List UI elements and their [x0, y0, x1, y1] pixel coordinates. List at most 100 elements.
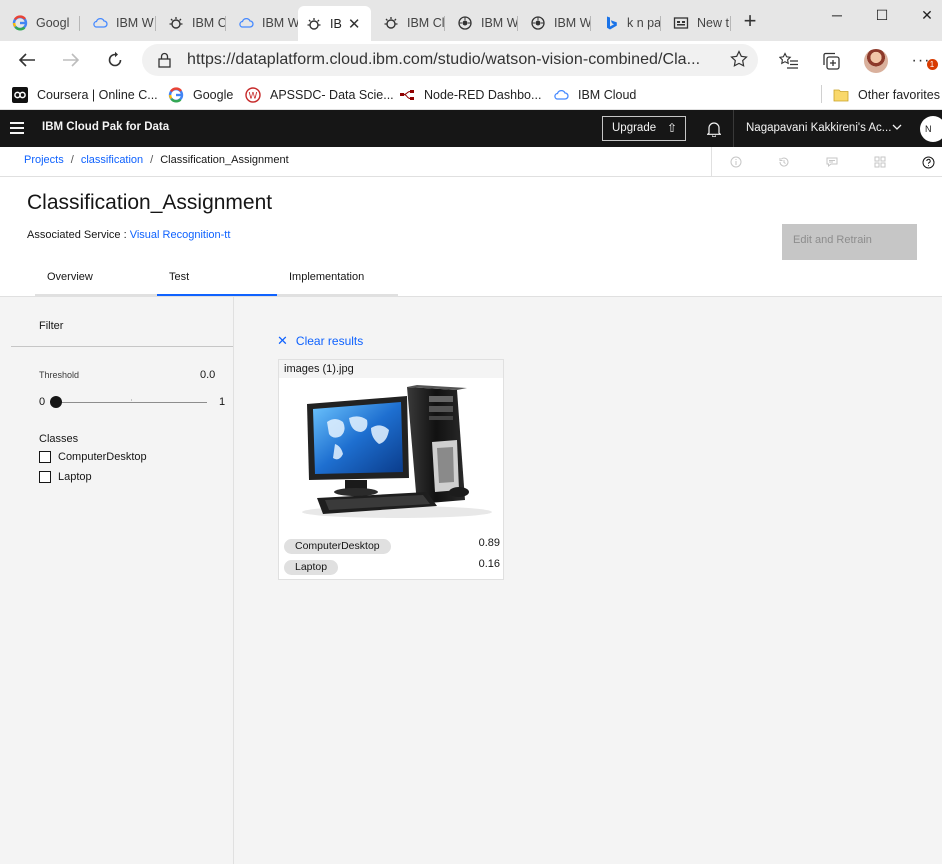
threshold-label: Threshold — [39, 370, 80, 380]
desktop-computer-image — [302, 385, 492, 518]
class-filter-row[interactable]: ComputerDesktop — [39, 451, 147, 463]
favorite-label: APSSDC- Data Scie... — [270, 88, 394, 102]
breadcrumb-project[interactable]: classification — [81, 154, 143, 166]
back-icon[interactable] — [12, 46, 42, 74]
close-tab-icon[interactable]: ✕ — [348, 15, 361, 33]
maximize-icon[interactable]: ☐ — [867, 4, 897, 28]
header-divider — [733, 110, 734, 147]
favorite-label: Coursera | Online C... — [37, 88, 158, 102]
breadcrumb-separator: / — [70, 154, 74, 166]
threshold-slider-tick — [131, 399, 132, 401]
favorites-list-icon[interactable] — [776, 48, 802, 74]
tab-test[interactable]: Test — [157, 263, 277, 296]
favorite-apssdc[interactable]: W APSSDC- Data Scie... — [245, 85, 394, 105]
browser-tab-title: Googl — [36, 16, 70, 30]
watson-studio-icon — [530, 15, 546, 31]
class-checkbox-label: ComputerDesktop — [58, 451, 147, 463]
browser-tab-title: New t — [697, 16, 729, 30]
node-red-icon — [399, 87, 415, 103]
edit-and-retrain-button[interactable]: Edit and Retrain — [782, 224, 917, 260]
favorite-google[interactable]: Google — [168, 85, 233, 105]
info-icon[interactable] — [729, 155, 743, 169]
apssdc-icon: W — [245, 87, 261, 103]
browser-tab[interactable]: IBM W — [80, 8, 156, 38]
browser-tab[interactable]: New t — [661, 8, 731, 38]
associated-service-link[interactable]: Visual Recognition-tt — [130, 229, 231, 241]
tab-overview[interactable]: Overview — [35, 263, 157, 296]
close-window-icon[interactable]: ✕ — [912, 4, 942, 28]
ibm-cloud-icon — [238, 15, 254, 31]
breadcrumb-divider — [711, 147, 712, 177]
browser-tab[interactable]: IBM W — [518, 8, 591, 38]
other-favorites[interactable]: Other favorites — [833, 85, 940, 105]
browser-tab[interactable]: k n pa — [591, 8, 661, 38]
clear-results-label: Clear results — [295, 334, 364, 348]
browser-tab-title: IBM W — [481, 16, 518, 30]
hamburger-menu-icon[interactable] — [10, 122, 24, 134]
classification-result: Laptop 0.16 — [284, 558, 500, 576]
threshold-max: 1 — [219, 396, 226, 408]
upgrade-arrow-icon: ⇧ — [666, 121, 677, 135]
favorite-coursera[interactable]: Coursera | Online C... — [12, 85, 158, 105]
upgrade-button[interactable]: Upgrade ⇧ — [602, 116, 686, 141]
close-icon: ✕ — [277, 333, 288, 348]
threshold-min: 0 — [39, 396, 46, 408]
chevron-down-icon[interactable] — [892, 123, 902, 134]
browser-tab-title: IBM Cl — [407, 16, 445, 30]
user-avatar[interactable]: N — [920, 116, 942, 142]
breadcrumb-projects[interactable]: Projects — [24, 154, 64, 166]
favorite-ibm-cloud[interactable]: IBM Cloud — [553, 85, 636, 105]
result-filename: images (1).jpg — [279, 360, 503, 378]
class-filter-row[interactable]: Laptop — [39, 471, 92, 483]
upgrade-label: Upgrade — [612, 122, 657, 134]
class-checkbox[interactable] — [39, 451, 51, 463]
browser-tab[interactable]: IBM Cl — [371, 8, 445, 38]
product-name[interactable]: IBM Cloud Pak for Data — [42, 121, 169, 133]
notifications-bell-icon[interactable] — [706, 121, 722, 142]
refresh-icon[interactable] — [100, 46, 130, 74]
browser-tab-active[interactable]: IB ✕ — [298, 6, 371, 41]
lock-icon[interactable] — [158, 52, 171, 73]
more-options-icon[interactable]: ··· 1 — [908, 48, 938, 74]
minimize-icon[interactable]: ─ — [822, 4, 852, 28]
collections-icon[interactable] — [818, 48, 844, 74]
app-header: IBM Cloud Pak for Data Upgrade ⇧ Nagapav… — [0, 110, 942, 147]
profile-avatar[interactable] — [863, 48, 889, 74]
account-switcher[interactable]: Nagapavani Kakkireni's Ac... — [746, 122, 891, 134]
result-card[interactable]: images (1).jpg ComputerDesktop 0.89 Lapt… — [278, 359, 504, 580]
browser-tab[interactable]: Googl — [0, 8, 80, 38]
folder-icon — [833, 87, 849, 103]
comments-icon[interactable] — [825, 155, 839, 169]
classes-title: Classes — [39, 433, 79, 445]
clear-results-button[interactable]: ✕ Clear results — [277, 333, 363, 349]
new-tab-button[interactable]: + — [738, 9, 762, 35]
url-text[interactable]: https://dataplatform.cloud.ibm.com/studi… — [187, 51, 700, 69]
history-icon[interactable] — [777, 155, 791, 169]
browser-tab-title: IBM W — [116, 16, 154, 30]
favorites-bar: Coursera | Online C... Google W APSSDC- … — [0, 79, 942, 110]
help-icon[interactable] — [921, 155, 935, 169]
tab-implementation[interactable]: Implementation — [277, 263, 398, 296]
result-score: 0.16 — [478, 558, 500, 570]
threshold-slider-track[interactable] — [56, 402, 207, 403]
favorite-node-red[interactable]: Node-RED Dashbo... — [399, 85, 541, 105]
breadcrumb-current: Classification_Assignment — [160, 154, 289, 166]
ibm-cloud-icon — [92, 15, 108, 31]
coursera-icon — [12, 87, 28, 103]
class-checkbox[interactable] — [39, 471, 51, 483]
associated-service: Associated Service : Visual Recognition-… — [27, 229, 230, 241]
ibm-cloud-icon — [553, 87, 569, 103]
apps-grid-icon[interactable] — [873, 155, 887, 169]
favorite-label: Google — [193, 88, 234, 102]
browser-tab[interactable]: IBM W — [226, 8, 298, 38]
browser-tab-title: k n pa — [627, 16, 661, 30]
favorite-star-icon[interactable] — [730, 50, 748, 73]
forward-icon[interactable] — [56, 46, 86, 74]
class-checkbox-label: Laptop — [58, 471, 92, 483]
threshold-slider-handle[interactable] — [50, 396, 62, 408]
browser-toolbar: https://dataplatform.cloud.ibm.com/studi… — [0, 41, 942, 79]
address-bar[interactable]: https://dataplatform.cloud.ibm.com/studi… — [142, 44, 758, 76]
associated-service-label: Associated Service : — [27, 229, 130, 241]
browser-tab[interactable]: IBM W — [445, 8, 518, 38]
browser-tab[interactable]: IBM Cl — [156, 8, 226, 38]
